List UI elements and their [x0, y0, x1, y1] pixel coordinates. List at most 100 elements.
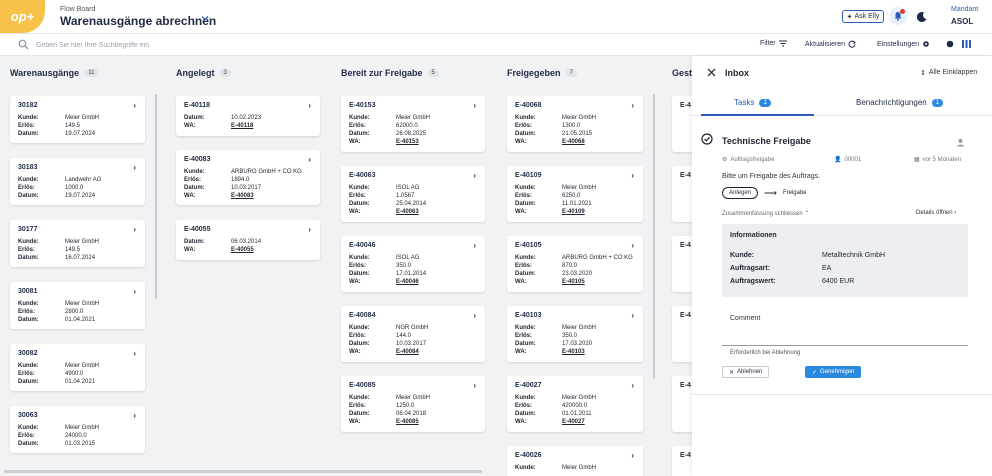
search-input[interactable]	[36, 39, 336, 51]
order-card[interactable]: E-40063 › Kunde: ISOL AG Erlös: 1.0567 Datu…	[341, 166, 485, 222]
chevron-right-icon[interactable]: ›	[631, 171, 634, 180]
chevron-right-icon[interactable]: ›	[473, 381, 476, 390]
order-card[interactable]: 30182 › Kunde: Meier GmbH Erlös: 149.5 Datu…	[10, 96, 145, 143]
board-view-toggle[interactable]	[962, 40, 971, 48]
chevron-right-icon[interactable]: ›	[631, 311, 634, 320]
chevron-right-icon[interactable]: ›	[308, 101, 311, 110]
wa-link[interactable]: E-40027	[562, 418, 585, 426]
chevron-right-icon[interactable]: ›	[473, 101, 476, 110]
chevron-down-icon[interactable]	[201, 14, 209, 24]
column-count-badge: 5	[427, 69, 439, 77]
chevron-right-icon[interactable]: ›	[133, 225, 136, 234]
chevron-right-icon[interactable]: ›	[133, 349, 136, 358]
comment-field[interactable]: Comment	[722, 308, 968, 346]
wa-link[interactable]: E-40055	[231, 246, 254, 254]
order-card[interactable]: 30063 › Kunde: Meier GmbH Erlös: 24000.0 Da…	[10, 406, 145, 453]
order-card[interactable]: E-40027 › Kunde: Meier GmbH Erlös: 420000.0…	[507, 376, 643, 432]
details-link[interactable]: Details öffnen ›	[916, 210, 956, 216]
wa-link[interactable]: E-40105	[562, 278, 585, 286]
tab-benachrichtigungen[interactable]: Benachrichtigungen 1	[856, 98, 944, 107]
wa-link[interactable]: E-40103	[562, 348, 585, 356]
ask-elly-button[interactable]: ✦ Ask Elly	[842, 10, 884, 23]
wa-link[interactable]: E-40084	[396, 348, 419, 356]
from-state: Anlegen	[722, 187, 759, 199]
column-header: Bereit zur Freigabe 5	[341, 68, 439, 78]
order-card[interactable]: E-40103 › Kunde: Meier GmbH Erlös: 350.0 Da…	[507, 306, 643, 362]
column-header: Warenausgänge 11	[10, 68, 99, 78]
chevron-right-icon[interactable]: ›	[631, 451, 634, 460]
collapse-all-button[interactable]: ⇕ Alle Einklappen	[920, 69, 977, 77]
order-card[interactable]: 30177 › Kunde: Meier GmbH Erlös: 149.5 Datu…	[10, 220, 145, 267]
order-card[interactable]: E-4	[672, 306, 692, 362]
chevron-right-icon[interactable]: ›	[133, 287, 136, 296]
order-card[interactable]: E-40085 › Kunde: Meier GmbH Erlös: 1250.0 D…	[341, 376, 485, 432]
chevron-right-icon[interactable]: ›	[133, 163, 136, 172]
column-header: Geste	[672, 68, 692, 78]
column-scrollbar[interactable]	[155, 94, 157, 299]
column-scrollbar[interactable]	[653, 94, 655, 379]
card-view-toggle[interactable]	[946, 40, 954, 48]
order-card[interactable]: E-4	[672, 166, 692, 222]
approve-button[interactable]: ✓ Genehmigen	[805, 366, 862, 378]
filter-button[interactable]: Filter	[760, 40, 787, 47]
assign-user-icon[interactable]	[956, 138, 965, 147]
column-header: Angelegt 3	[176, 68, 231, 78]
order-card[interactable]: E-40084 › Kunde: NGR GmbH Erlös: 144.0 Datu…	[341, 306, 485, 362]
chevron-right-icon[interactable]: ›	[133, 101, 136, 110]
wa-link[interactable]: E-40085	[396, 418, 419, 426]
summary-toggle[interactable]: Zusammenfassung schliessen ⌃	[722, 210, 809, 217]
gear-icon	[923, 41, 929, 47]
dark-mode-toggle[interactable]	[916, 10, 928, 23]
order-card[interactable]: 30081 › Kunde: Meier GmbH Erlös: 2800.0 Dat…	[10, 282, 145, 329]
reject-button[interactable]: ✕ Ablehnen	[722, 366, 770, 378]
app-header: op+ Flow Board Warenausgänge abrechnen ✦…	[0, 0, 992, 34]
information-box: Informationen Kunde: Metalltechnik GmbH …	[722, 224, 968, 297]
order-card[interactable]: E-4	[672, 96, 692, 152]
wa-link[interactable]: E-40068	[562, 138, 585, 146]
task-title: Technische Freigabe	[722, 136, 811, 146]
app-logo[interactable]: op+	[0, 0, 45, 33]
chevron-right-icon[interactable]: ›	[308, 225, 311, 234]
wa-link[interactable]: E-40118	[231, 122, 253, 130]
order-card[interactable]: E-40105 › Kunde: ARBURG GmbH + CO KG Erlös…	[507, 236, 643, 292]
chevron-right-icon[interactable]: ›	[473, 311, 476, 320]
wa-link[interactable]: E-40046	[396, 278, 419, 286]
order-card[interactable]: E-40118 › Datum: 10.02.2023 WA: E-40118	[176, 96, 320, 136]
info-row: Auftragswert: 6400 EUR	[730, 278, 855, 285]
order-card[interactable]: E-40109 › Kunde: Meier GmbH Erlös: 6250.0 D…	[507, 166, 643, 222]
wa-link[interactable]: E-40063	[396, 208, 419, 216]
order-card[interactable]: E-40083 › Kunde: ARBURG GmbH + CO KG Erlös…	[176, 150, 320, 205]
order-card[interactable]: E-40068 › Kunde: Meier GmbH Erlös: 1300.0 D…	[507, 96, 643, 152]
mandant-value[interactable]: ASOL	[951, 17, 973, 26]
task-type: ⚙ Auftragsfreigabe	[722, 156, 775, 164]
settings-button[interactable]: Einstellungen	[877, 40, 930, 48]
order-card[interactable]: E-40153 › Kunde: Meier GmbH Erlös: 62000.0 …	[341, 96, 485, 152]
check-icon: ✓	[812, 369, 818, 376]
order-card[interactable]: E-4	[672, 446, 692, 476]
chevron-right-icon[interactable]: ›	[631, 101, 634, 110]
order-card[interactable]: E-4	[672, 236, 692, 292]
order-card[interactable]: E-4	[672, 376, 692, 432]
order-card[interactable]: E-40026 › Kunde: Meier GmbH	[507, 446, 643, 476]
wa-link[interactable]: E-40109	[562, 208, 585, 216]
order-card[interactable]: E-40055 › Datum: 06.03.2014 WA: E-40055	[176, 220, 320, 260]
refresh-button[interactable]: Aktualisieren	[805, 40, 856, 48]
breadcrumb[interactable]: Flow Board	[60, 6, 95, 13]
wa-link[interactable]: E-40083	[231, 192, 254, 200]
tab-count-badge: 1	[759, 98, 771, 107]
chevron-right-icon[interactable]: ›	[473, 241, 476, 250]
close-icon[interactable]	[707, 68, 716, 80]
chevron-right-icon[interactable]: ›	[631, 381, 634, 390]
chevron-right-icon[interactable]: ›	[308, 155, 311, 164]
task-user: 👤 00001	[834, 156, 862, 164]
tab-tasks[interactable]: Tasks 1	[734, 98, 771, 107]
chevron-right-icon[interactable]: ›	[133, 411, 136, 420]
order-card[interactable]: 30183 › Kunde: Landwehr AG Erlös: 1000.0 Da…	[10, 158, 145, 205]
wa-link[interactable]: E-40153	[396, 138, 419, 146]
chevron-right-icon[interactable]: ›	[473, 171, 476, 180]
state-transition: Anlegen ⟶ Freigabe	[722, 187, 807, 199]
board-horizontal-scrollbar[interactable]	[4, 470, 482, 473]
chevron-right-icon[interactable]: ›	[631, 241, 634, 250]
order-card[interactable]: E-40046 › Kunde: ISOL AG Erlös: 350.0 Datum…	[341, 236, 485, 292]
order-card[interactable]: 30082 › Kunde: Meier GmbH Erlös: 4900.0 Dat…	[10, 344, 145, 391]
